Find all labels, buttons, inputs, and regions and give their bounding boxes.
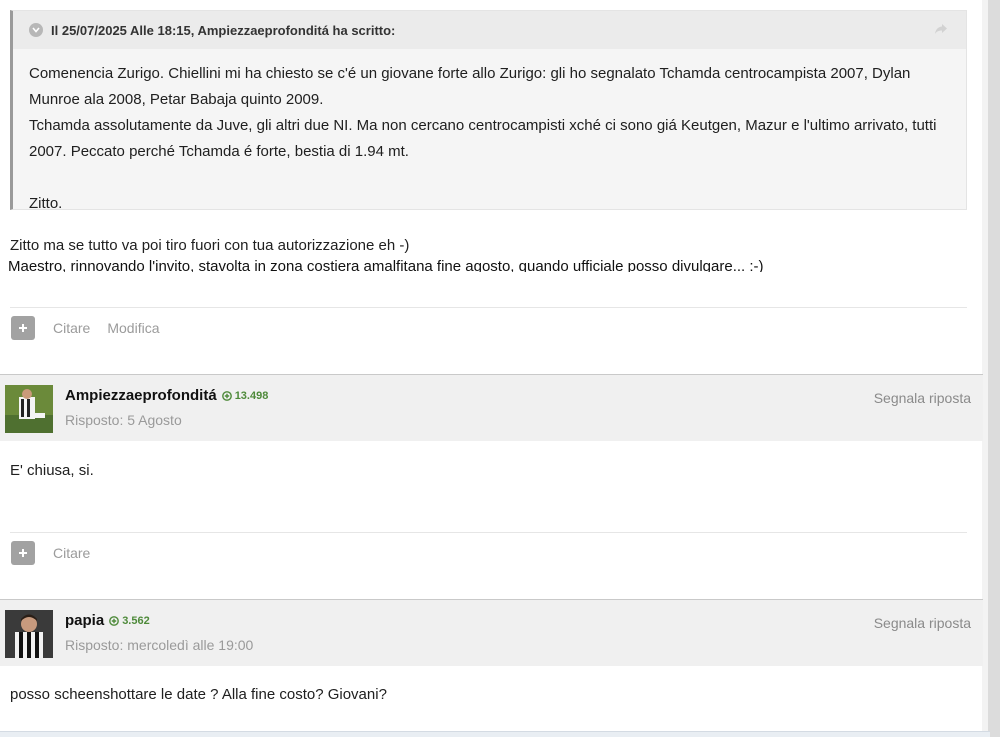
avatar[interactable]: [5, 610, 53, 658]
scrollbar[interactable]: [988, 0, 1000, 737]
report-link[interactable]: Segnala riposta: [874, 615, 971, 631]
reputation-badge: 3.562: [109, 615, 150, 627]
post-date: Risposto: 5 Agosto: [65, 412, 182, 428]
quote-header: Il 25/07/2025 Alle 18:15, Ampiezzaeprofo…: [13, 11, 966, 49]
edit-link[interactable]: Modifica: [107, 320, 159, 336]
reputation-count: 3.562: [122, 614, 150, 627]
author-name[interactable]: Ampiezzaeprofonditá 13.498: [65, 387, 268, 404]
quote-paragraph: Zitto.: [29, 195, 63, 212]
post-actions: Citare: [11, 541, 107, 565]
post-header: papia 3.562 Risposto: mercoledì alle 19:…: [0, 600, 983, 666]
quote-paragraph: Tchamda assolutamente da Juve, gli altri…: [29, 117, 937, 160]
plus-button[interactable]: [11, 541, 35, 565]
post-text: E' chiusa, si.: [10, 462, 94, 479]
cut-off-text: Maestro, rinnovando l'invito, stavolta i…: [8, 258, 888, 272]
post-actions: Citare Modifica: [11, 316, 177, 340]
avatar[interactable]: [5, 385, 53, 433]
quote-link[interactable]: Citare: [53, 545, 90, 561]
reputation-badge: 13.498: [221, 389, 269, 402]
author-name[interactable]: papia 3.562: [65, 612, 150, 629]
quote-title: Il 25/07/2025 Alle 18:15, Ampiezzaeprofo…: [51, 22, 396, 38]
post-text: Zitto ma se tutto va poi tiro fuori con …: [10, 237, 410, 254]
plus-circle-icon: [109, 615, 120, 626]
reputation-count: 13.498: [234, 389, 269, 402]
chevron-down-circle-icon[interactable]: [29, 23, 43, 37]
share-arrow-icon[interactable]: [934, 22, 948, 36]
quote-body: Comenencia Zurigo. Chiellini mi ha chies…: [13, 49, 966, 217]
divider: [10, 532, 967, 533]
quote-spacer: [29, 165, 950, 191]
post-header: Ampiezzaeprofonditá 13.498 Risposto: 5 A…: [0, 375, 983, 441]
quote-paragraph: Comenencia Zurigo. Chiellini mi ha chies…: [29, 65, 911, 108]
report-link[interactable]: Segnala riposta: [874, 390, 971, 406]
author-name-text[interactable]: papia: [65, 612, 104, 629]
bottom-edge: [0, 731, 990, 737]
cut-off-text-content: Maestro, rinnovando l'invito, stavolta i…: [8, 258, 764, 272]
quote-link[interactable]: Citare: [53, 320, 90, 336]
author-name-text[interactable]: Ampiezzaeprofonditá: [65, 387, 217, 404]
post-date: Risposto: mercoledì alle 19:00: [65, 637, 254, 653]
post-text: posso scheenshottare le date ? Alla fine…: [10, 686, 387, 703]
divider: [10, 307, 967, 308]
quote-block: Il 25/07/2025 Alle 18:15, Ampiezzaeprofo…: [10, 10, 967, 212]
plus-button[interactable]: [11, 316, 35, 340]
plus-circle-icon: [221, 390, 232, 401]
